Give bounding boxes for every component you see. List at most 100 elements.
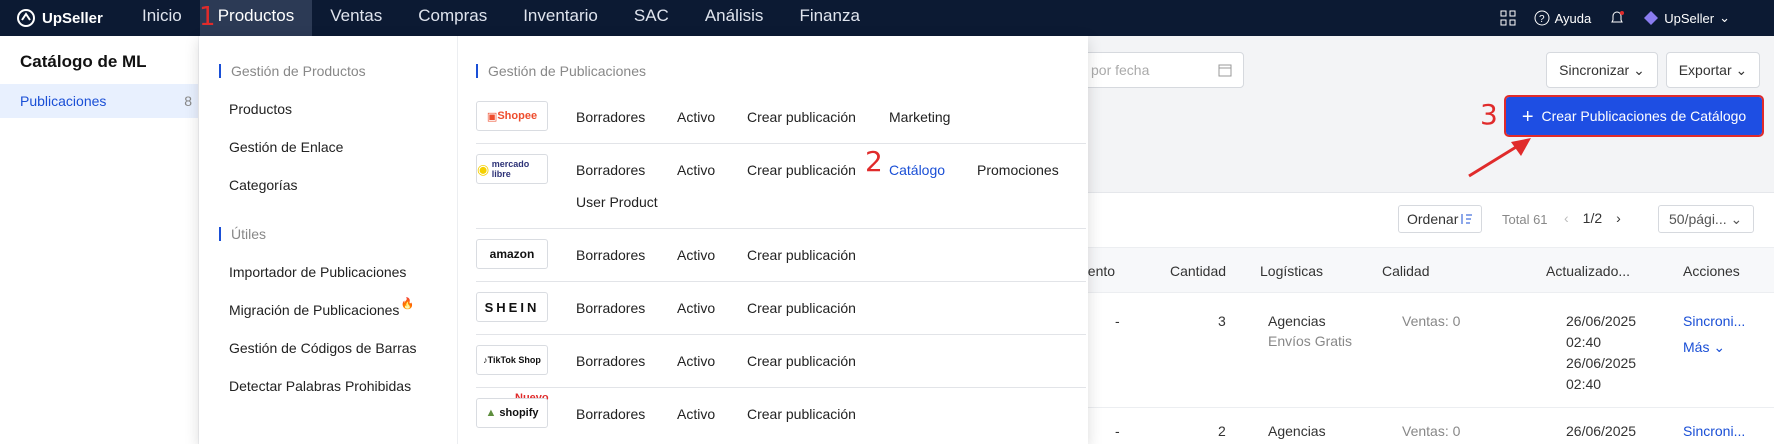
listings-table: Ordenar Total 61 ‹ 1/2 › 50/pági... ⌄ ue… [1080,192,1774,444]
upseller-logo-icon [17,9,35,27]
chevron-down-icon: ⌄ [1719,10,1730,25]
next-page-icon[interactable]: › [1616,210,1621,226]
cell-quantity: 2 [1218,423,1226,439]
calendar-icon [1218,64,1232,77]
menu-item-label: Migración de Publicaciones [229,302,400,318]
menu-item-palabras-prohibidas[interactable]: Detectar Palabras Prohibidas [229,378,411,394]
nav-compras[interactable]: Compras [400,0,505,36]
app-name: UpSeller [42,9,103,27]
row-separator [476,334,1086,335]
bell-icon[interactable] [1609,10,1625,26]
cell: - [1115,423,1120,439]
row-separator [1080,407,1774,408]
tiktok-borradores-link[interactable]: Borradores [576,353,645,369]
annotation-step-2: 2 [865,145,883,178]
panel-title: Catálogo de ML [20,52,147,71]
menu-item-productos[interactable]: Productos [229,101,292,117]
cell-quantity: 3 [1218,313,1226,329]
column-header[interactable]: Cantidad [1170,263,1226,279]
mercadolibre-logo-icon: ◉ mercado libre [476,154,548,184]
help-icon: ? [1534,10,1550,26]
left-panel: Catálogo de ML Publicaciones 8 [0,36,198,444]
help-label: Ayuda [1554,10,1592,26]
platform-logo-text: amazon [489,247,535,261]
prev-page-icon[interactable]: ‹ [1564,210,1569,226]
shein-activo-link[interactable]: Activo [677,300,715,316]
nav-inventario[interactable]: Inventario [505,0,616,36]
shein-crear-link[interactable]: Crear publicación [747,300,856,316]
nav-analisis[interactable]: Análisis [687,0,782,36]
shopify-crear-link[interactable]: Crear publicación [747,406,856,422]
top-nav-bar: UpSeller Inicio Productos Ventas Compras… [0,0,1774,36]
row-separator [476,228,1086,229]
cell-logistics: Agencias [1268,313,1326,329]
ml-user-product-link[interactable]: User Product [576,194,658,210]
shein-borradores-link[interactable]: Borradores [576,300,645,316]
amazon-borradores-link[interactable]: Borradores [576,247,645,263]
nav-sac[interactable]: SAC [616,0,687,36]
user-menu[interactable]: UpSeller ⌄ [1643,10,1730,26]
shopify-borradores-link[interactable]: Borradores [576,406,645,422]
sort-button[interactable]: Ordenar [1398,205,1482,233]
export-button[interactable]: Exportar ⌄ [1666,52,1760,88]
sync-action-link[interactable]: Sincroni... [1683,423,1745,439]
top-right-tools: ? Ayuda UpSeller ⌄ [1500,0,1774,36]
menu-item-categorias[interactable]: Categorías [229,177,297,193]
nav-productos[interactable]: Productos [199,0,313,36]
cell-quality: Ventas: 0 [1402,423,1461,439]
amazon-activo-link[interactable]: Activo [677,247,715,263]
create-catalog-listing-button[interactable]: + Crear Publicaciones de Catálogo [1504,95,1764,137]
user-name: UpSeller [1664,10,1715,26]
shopee-activo-link[interactable]: Activo [677,109,715,125]
shopee-borradores-link[interactable]: Borradores [576,109,645,125]
export-label: Exportar [1678,62,1732,78]
tiktok-activo-link[interactable]: Activo [677,353,715,369]
sync-action-link[interactable]: Sincroni... [1683,313,1745,329]
plus-icon: + [1521,106,1534,128]
ml-crear-link[interactable]: Crear publicación [747,162,856,178]
amazon-crear-link[interactable]: Crear publicación [747,247,856,263]
shopee-marketing-link[interactable]: Marketing [889,109,950,125]
ml-activo-link[interactable]: Activo [677,162,715,178]
dropdown-right-column: Gestión de Publicaciones ▣ Shopee Borrad… [458,36,1088,444]
sidebar-item-publicaciones[interactable]: Publicaciones 8 [0,84,198,118]
help-link[interactable]: ? Ayuda [1534,10,1592,26]
main-nav: Inicio Productos Ventas Compras Inventar… [124,0,878,36]
productos-dropdown-menu: Gestión de Productos Productos Gestión d… [199,36,1088,444]
shopee-crear-link[interactable]: Crear publicación [747,109,856,125]
cell: - [1115,313,1120,329]
ml-catalogo-link[interactable]: Catálogo [889,162,945,178]
shopify-logo-icon: ▲ shopify [476,398,548,428]
menu-item-migracion[interactable]: Migración de Publicaciones🔥 [229,298,414,318]
shopify-activo-link[interactable]: Activo [677,406,715,422]
cell-date: 26/06/2025 [1566,313,1637,329]
ml-promociones-link[interactable]: Promociones [977,162,1059,178]
date-filter-placeholder: por fecha [1091,62,1150,78]
sync-button[interactable]: Sincronizar ⌄ [1546,52,1658,88]
row-separator [476,387,1086,388]
app-logo[interactable]: UpSeller [0,8,124,28]
nav-finanza[interactable]: Finanza [781,0,877,36]
menu-item-codigos-barras[interactable]: Gestión de Códigos de Barras [229,340,417,356]
sidebar-item-count: 8 [184,93,192,109]
column-header: Logísticas [1260,263,1324,279]
annotation-arrow-icon [1468,138,1531,178]
platform-logo-text: TikTok Shop [487,355,541,365]
ml-borradores-link[interactable]: Borradores [576,162,645,178]
menu-item-gestion-enlace[interactable]: Gestión de Enlace [229,139,343,155]
date-filter-input[interactable]: por fecha [1080,52,1244,88]
cell-logistics: Agencias [1268,423,1326,439]
dropdown-left-column: Gestión de Productos Productos Gestión d… [199,36,458,444]
cell-date: 26/06/2025 [1566,423,1637,439]
apps-grid-icon[interactable] [1500,10,1516,26]
nav-ventas[interactable]: Ventas [312,0,400,36]
nav-inicio[interactable]: Inicio [124,0,200,36]
column-header: Calidad [1382,263,1430,279]
tiktok-crear-link[interactable]: Crear publicación [747,353,856,369]
menu-item-importador[interactable]: Importador de Publicaciones [229,264,406,280]
per-page-value: 50/pági... [1669,211,1727,227]
per-page-select[interactable]: 50/pági... ⌄ [1658,205,1754,233]
section-heading: Útiles [219,227,266,241]
more-actions-link[interactable]: Más ⌄ [1683,339,1725,356]
column-header[interactable]: Actualizado... [1546,263,1630,279]
